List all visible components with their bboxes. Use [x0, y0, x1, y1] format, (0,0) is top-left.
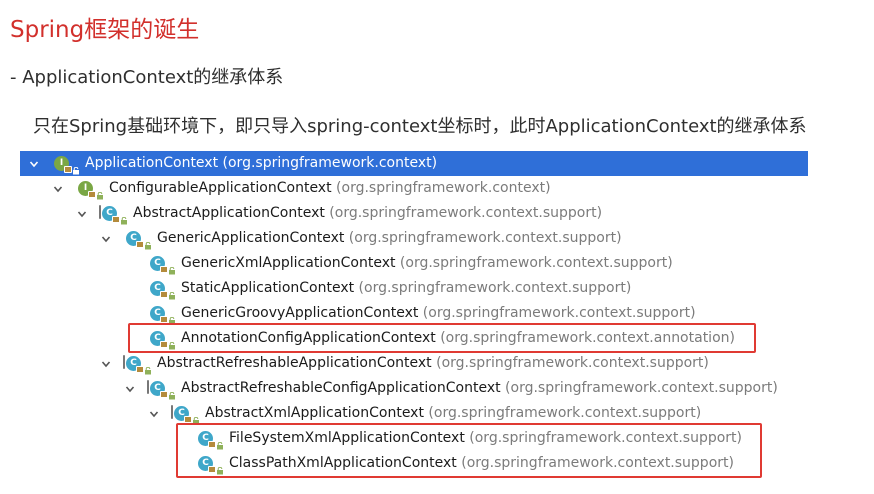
- chevron-down-icon[interactable]: [28, 158, 40, 170]
- public-access-icon: [168, 310, 176, 325]
- page-description: 只在Spring基础环境下，即只导入spring-context坐标时，此时Ap…: [33, 116, 807, 137]
- tree-node[interactable]: C GenericApplicationContext (org.springfr…: [20, 226, 808, 251]
- class-name: StaticApplicationContext: [181, 280, 355, 296]
- public-access-icon: [192, 410, 200, 425]
- tree-node[interactable]: I ApplicationContext (org.springframework…: [20, 151, 808, 176]
- tree-node[interactable]: C StaticApplicationContext (org.springfra…: [20, 276, 808, 301]
- lock-icon: [136, 366, 144, 373]
- class-name: AbstractXmlApplicationContext: [205, 405, 424, 421]
- class-name: ConfigurableApplicationContext: [109, 180, 332, 196]
- class-name: GenericGroovyApplicationContext: [181, 305, 419, 321]
- package-name: (org.springframework.context.support): [344, 230, 622, 246]
- highlight-box-xml-contexts: [176, 423, 762, 478]
- class-name: ApplicationContext: [85, 155, 219, 171]
- class-c-icon: C: [147, 380, 168, 398]
- class-c-icon: C: [123, 355, 144, 373]
- public-access-icon: [120, 210, 128, 225]
- page-subtitle: - ApplicationContext的继承体系: [10, 67, 284, 88]
- class-c-icon: C: [126, 231, 144, 248]
- chevron-down-icon[interactable]: [52, 183, 64, 195]
- lock-icon: [184, 416, 192, 423]
- lock-icon: [112, 216, 120, 223]
- chevron-down-icon[interactable]: [148, 408, 160, 420]
- chevron-down-icon[interactable]: [100, 358, 112, 370]
- chevron-down-icon[interactable]: [76, 208, 88, 220]
- package-name: (org.springframework.context.support): [324, 205, 603, 221]
- lock-icon: [136, 241, 144, 248]
- tree-node-label: AbstractXmlApplicationContext (org.sprin…: [205, 405, 701, 421]
- chevron-down-icon[interactable]: [100, 233, 112, 245]
- tree-node-label: StaticApplicationContext (org.springfram…: [181, 280, 631, 296]
- tree-node-label: GenericApplicationContext (org.springfra…: [157, 230, 622, 246]
- tree-node-label: AbstractApplicationContext (org.springfr…: [133, 205, 602, 221]
- lock-icon: [88, 191, 96, 198]
- tree-node[interactable]: C AbstractRefreshableApplicationContext (…: [20, 351, 808, 376]
- package-name: (org.springframework.context.support): [500, 380, 778, 396]
- class-c-icon: C: [171, 405, 192, 423]
- public-access-icon: [96, 185, 104, 200]
- tree-node-label: GenericGroovyApplicationContext (org.spr…: [181, 305, 696, 321]
- public-access-icon: [168, 260, 176, 275]
- class-name: AbstractRefreshableConfigApplicationCont…: [181, 380, 501, 396]
- package-name: (org.springframework.context): [218, 155, 438, 171]
- class-name: GenericXmlApplicationContext: [181, 255, 396, 271]
- tree-node-label: ApplicationContext (org.springframework.…: [85, 155, 437, 171]
- interface-i-icon: I: [54, 156, 72, 173]
- abstract-marker-icon: [99, 205, 101, 219]
- class-c-icon: C: [99, 205, 120, 223]
- lock-icon: [160, 391, 168, 398]
- package-name: (org.springframework.context.support): [354, 280, 632, 296]
- public-access-icon: [72, 160, 80, 175]
- interface-i-icon: I: [78, 181, 96, 198]
- class-c-icon: C: [150, 256, 168, 273]
- hierarchy-tree: I ApplicationContext (org.springframework…: [20, 151, 808, 481]
- package-name: (org.springframework.context): [331, 180, 551, 196]
- tree-node-label: ConfigurableApplicationContext (org.spri…: [109, 180, 551, 196]
- package-name: (org.springframework.context.support): [418, 305, 696, 321]
- public-access-icon: [144, 235, 152, 250]
- package-name: (org.springframework.context.support): [431, 355, 709, 371]
- abstract-marker-icon: [171, 405, 173, 419]
- class-name: GenericApplicationContext: [157, 230, 345, 246]
- tree-node-label: AbstractRefreshableConfigApplicationCont…: [181, 380, 778, 396]
- tree-node[interactable]: C AbstractApplicationContext (org.springf…: [20, 201, 808, 226]
- public-access-icon: [168, 385, 176, 400]
- package-name: (org.springframework.context.support): [423, 405, 702, 421]
- tree-node-label: AbstractRefreshableApplicationContext (o…: [157, 355, 709, 371]
- class-name: AbstractApplicationContext: [133, 205, 325, 221]
- class-c-icon: C: [150, 281, 168, 298]
- tree-node[interactable]: C GenericXmlApplicationContext (org.sprin…: [20, 251, 808, 276]
- class-name: AbstractRefreshableApplicationContext: [157, 355, 432, 371]
- public-access-icon: [144, 360, 152, 375]
- tree-node[interactable]: C AbstractRefreshableConfigApplicationCon…: [20, 376, 808, 401]
- highlight-box-annotation-config: [128, 323, 756, 353]
- class-c-icon: C: [150, 306, 168, 323]
- lock-icon: [64, 166, 72, 173]
- page-title: Spring框架的诞生: [10, 17, 200, 43]
- lock-icon: [160, 291, 168, 298]
- lock-icon: [160, 316, 168, 323]
- tree-node[interactable]: I ConfigurableApplicationContext (org.spr…: [20, 176, 808, 201]
- abstract-marker-icon: [147, 380, 149, 394]
- package-name: (org.springframework.context.support): [395, 255, 673, 271]
- tree-node-label: GenericXmlApplicationContext (org.spring…: [181, 255, 673, 271]
- chevron-down-icon[interactable]: [124, 383, 136, 395]
- lock-icon: [160, 266, 168, 273]
- public-access-icon: [168, 285, 176, 300]
- abstract-marker-icon: [123, 355, 125, 369]
